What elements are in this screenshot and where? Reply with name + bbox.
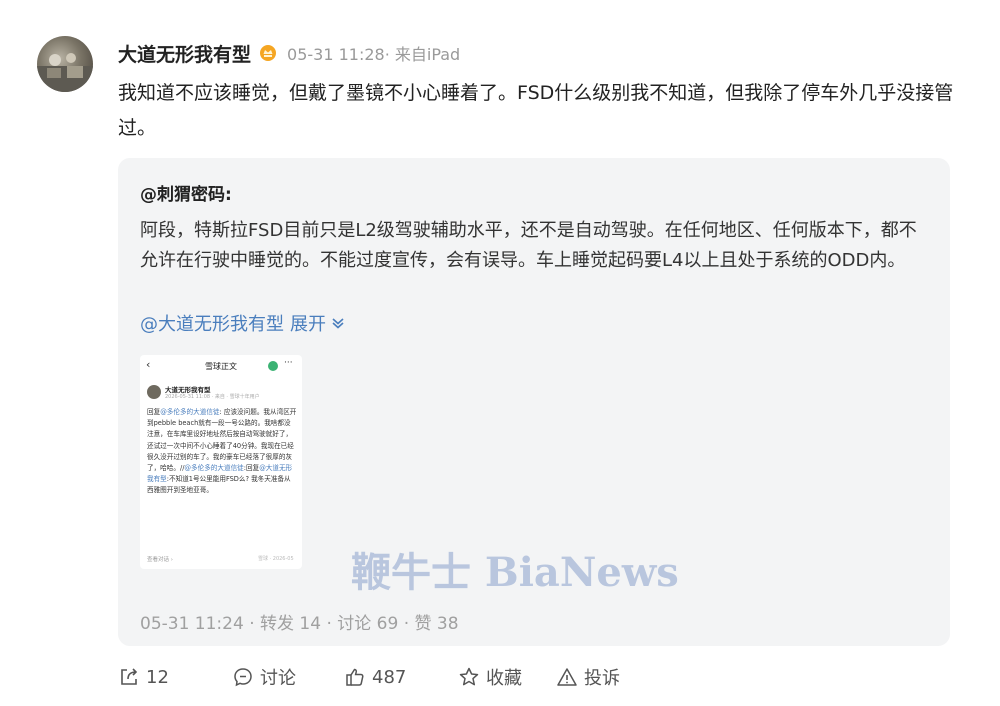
screenshot-thumbnail[interactable]: ‹ 雪球正文 ··· 大道无形我有型 2026-05-31 11:08 · 来自… <box>140 355 302 569</box>
watermark: 鞭牛士 BiaNews <box>351 549 679 596</box>
thumb-link-1: @多伦多的大道信徒 <box>160 408 220 416</box>
thumb-body: 回复@多伦多的大道信徒: 应该没问题。我从湾区开到pebble beach就有一… <box>147 407 297 497</box>
quote-text: 阿段，特斯拉FSD目前只是L2级驾驶辅助水平，还不是自动驾驶。在任何地区、任何版… <box>140 220 917 271</box>
author-name[interactable]: 大道无形我有型 <box>118 40 251 67</box>
favorite-button[interactable]: 收藏 <box>458 664 556 690</box>
thumb-body-3: :不知道1号公里能用FSD么? 我冬天准备从西雅图开到圣地亚哥。 <box>147 475 291 495</box>
favorite-label: 收藏 <box>486 668 522 689</box>
quote-user-colon: : <box>225 185 232 205</box>
thumb-avatar <box>147 385 161 399</box>
warning-icon <box>557 668 577 686</box>
post-text: 我知道不应该睡觉，但戴了墨镜不小心睡着了。FSD什么级别我不知道，但我除了停车外… <box>118 82 954 139</box>
repost-count: 12 <box>146 666 169 688</box>
star-icon <box>459 667 479 686</box>
quote-mention-link[interactable]: @大道无形我有型 <box>140 310 284 336</box>
report-label: 投诉 <box>584 668 620 689</box>
report-button[interactable]: 投诉 <box>556 664 620 690</box>
comment-icon <box>234 668 252 687</box>
quoted-post-card[interactable]: @刺猬密码: 阿段，特斯拉FSD目前只是L2级驾驶辅助水平，还不是自动驾驶。在任… <box>118 158 950 646</box>
quote-username[interactable]: @刺猬密码 <box>140 185 225 205</box>
action-bar: 12 讨论 487 收藏 投诉 <box>118 660 620 694</box>
quote-user-line: @刺猬密码: <box>140 180 232 205</box>
comment-button[interactable]: 讨论 <box>232 664 344 690</box>
thumb-footer-right: 雪球 · 2026-05 <box>258 556 294 562</box>
repost-icon <box>121 668 138 685</box>
thumb-share-icon <box>268 361 278 371</box>
thumb-body-1: : 应该没问题。我从湾区开到pebble beach就有一段一号公路的。我啥都没… <box>147 408 297 473</box>
quote-meta: 05-31 11:24 · 转发 14 · 讨论 69 · 赞 38 <box>140 614 459 634</box>
repost-button[interactable]: 12 <box>118 666 232 688</box>
thumb-subtitle: 2026-05-31 11:08 · 来自 · 雪球十年用户 <box>165 394 260 400</box>
thumb-link-2: @多伦多的大道信徒 <box>184 464 244 473</box>
like-count: 487 <box>372 666 407 688</box>
post-header: 大道无形我有型 05-31 11:28· 来自iPad <box>118 40 460 66</box>
thumb-footer: 查看对话 › <box>147 557 173 563</box>
quote-mention-line: @大道无形我有型 展开 <box>140 310 346 336</box>
thumb-more-icon: ··· <box>284 358 293 368</box>
chevron-down-icon[interactable] <box>330 315 346 331</box>
like-button[interactable]: 487 <box>344 666 458 688</box>
author-avatar[interactable] <box>37 36 93 92</box>
thumbs-up-icon <box>346 668 364 686</box>
expand-link[interactable]: 展开 <box>290 310 326 336</box>
post-meta: 05-31 11:28· 来自iPad <box>287 45 461 64</box>
thumb-body-2: :回复 <box>243 464 260 473</box>
thumb-body-prefix: 回复 <box>147 408 161 416</box>
gold-badge-icon <box>259 44 277 62</box>
comment-label: 讨论 <box>260 668 296 689</box>
